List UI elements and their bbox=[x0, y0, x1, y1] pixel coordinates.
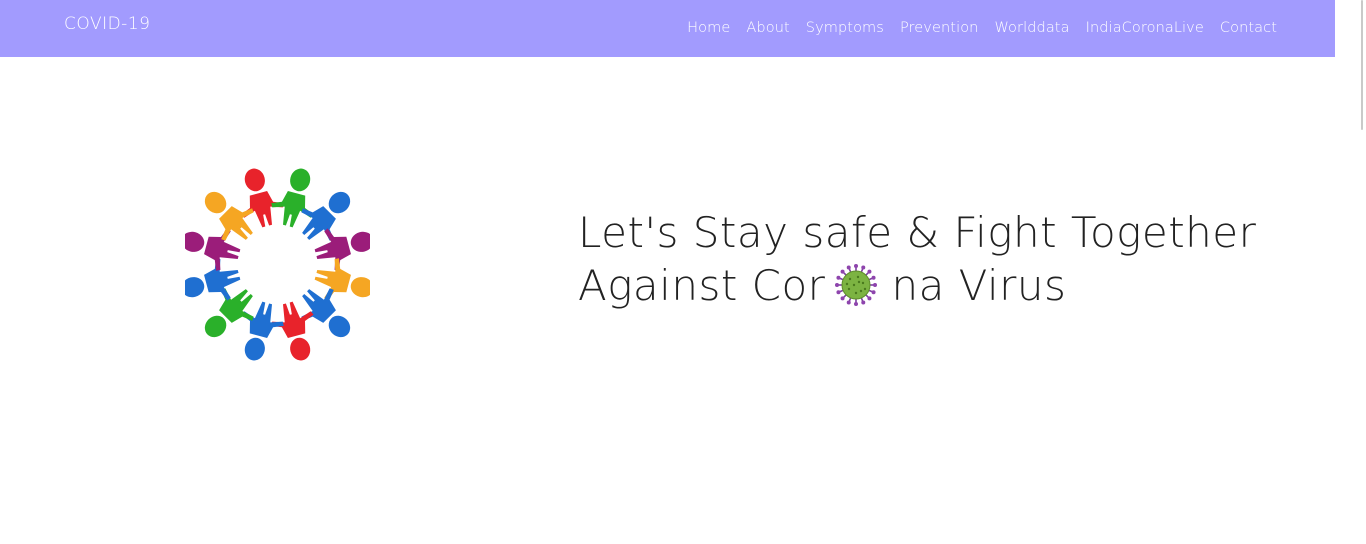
headline-line2-end: na Virus bbox=[891, 261, 1067, 310]
nav-link-home[interactable]: Home bbox=[687, 20, 730, 36]
nav-link-symptoms[interactable]: Symptoms bbox=[806, 20, 884, 36]
nav-item-about: About bbox=[746, 17, 789, 36]
coronavirus-icon bbox=[835, 263, 878, 306]
nav-item-home: Home bbox=[687, 17, 730, 36]
hero-headline: Let's Stay safe & Fight Together Against… bbox=[578, 206, 1256, 312]
nav-link-indiacoronalive[interactable]: IndiaCoronaLive bbox=[1086, 20, 1204, 36]
headline-line1: Let's Stay safe & Fight Together bbox=[578, 208, 1257, 257]
page-scrollbar[interactable] bbox=[1335, 0, 1366, 544]
navbar: COVID-19 Home About Symptoms Prevention … bbox=[0, 0, 1335, 57]
headline-line2-start: Against Cor bbox=[578, 261, 826, 310]
nav-item-prevention: Prevention bbox=[900, 17, 979, 36]
nav-link-prevention[interactable]: Prevention bbox=[900, 20, 979, 36]
nav-menu: Home About Symptoms Prevention Worlddata… bbox=[687, 17, 1277, 36]
nav-link-worlddata[interactable]: Worlddata bbox=[994, 20, 1069, 36]
nav-item-contact: Contact bbox=[1220, 17, 1277, 36]
people-circle-image bbox=[185, 168, 370, 361]
nav-item-indiacoronalive: IndiaCoronaLive bbox=[1086, 17, 1204, 36]
nav-item-worlddata: Worlddata bbox=[994, 17, 1069, 36]
nav-item-symptoms: Symptoms bbox=[806, 17, 884, 36]
nav-link-contact[interactable]: Contact bbox=[1220, 20, 1277, 36]
scrollbar-thumb[interactable] bbox=[1361, 0, 1363, 130]
nav-link-about[interactable]: About bbox=[746, 20, 789, 36]
brand-logo-link[interactable]: COVID-19 bbox=[64, 14, 150, 34]
